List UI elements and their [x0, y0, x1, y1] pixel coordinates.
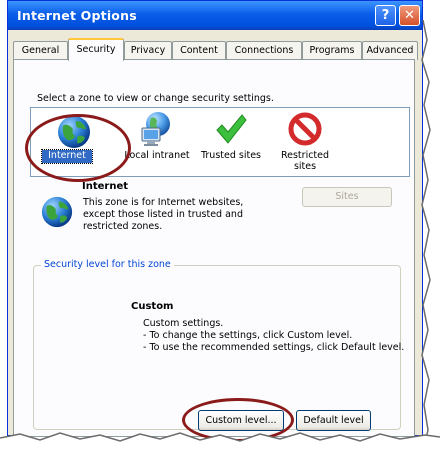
zone-description: This zone is for Internet websites, exce… [83, 197, 244, 232]
tab-connections[interactable]: Connections [226, 41, 302, 60]
tab-privacy[interactable]: Privacy [124, 41, 172, 60]
window-title: Internet Options [17, 8, 137, 23]
tab-strip: General Security Privacy Content Connect… [8, 38, 422, 61]
zone-local-intranet-label[interactable]: Local intranet [122, 150, 192, 161]
annotation-ring-internet [25, 114, 131, 182]
zone-restricted-sites-label[interactable]: Restricted sites [275, 150, 335, 172]
zone-instruction: Select a zone to view or change security… [37, 93, 274, 104]
level-line-3: - To use the recommended settings, click… [143, 342, 405, 353]
title-bar[interactable]: Internet Options ? ✕ [8, 1, 422, 30]
torn-edge-bottom [0, 432, 440, 451]
globe-icon [40, 195, 74, 229]
close-button[interactable]: ✕ [399, 5, 420, 26]
zone-trusted-sites-label[interactable]: Trusted sites [196, 150, 266, 161]
prohibited-icon[interactable] [287, 111, 323, 147]
checkmark-icon[interactable] [214, 112, 248, 146]
security-level-group-title: Security level for this zone [41, 259, 174, 270]
torn-edge-right [421, 20, 440, 451]
level-line-2: - To change the settings, click Custom l… [143, 330, 353, 341]
zone-title: Internet [82, 181, 129, 192]
tab-general[interactable]: General [13, 41, 68, 60]
intranet-icon[interactable] [138, 110, 174, 148]
tab-content[interactable]: Content [172, 41, 226, 60]
tab-advanced[interactable]: Advanced [362, 41, 418, 60]
sites-button[interactable]: Sites [302, 187, 392, 207]
tab-programs[interactable]: Programs [302, 41, 362, 60]
level-line-1: Custom settings. [143, 318, 224, 329]
tab-security[interactable]: Security [68, 38, 124, 61]
help-button[interactable]: ? [375, 5, 396, 26]
level-name: Custom [131, 301, 174, 312]
